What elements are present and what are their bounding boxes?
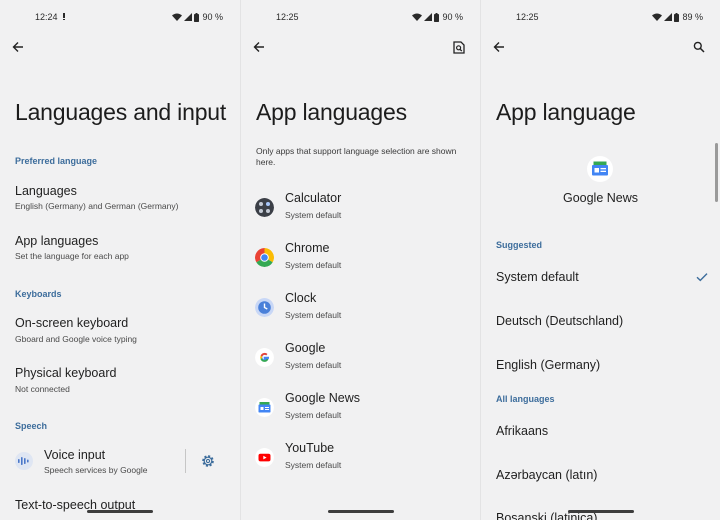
lang-label: Deutsch (Deutschland) — [496, 314, 624, 328]
lang-option[interactable]: Afrikaans — [481, 424, 720, 448]
lang-label: Azərbaycan (latın) — [496, 468, 598, 482]
app-language: System default — [285, 210, 342, 220]
battery-percent: 89 % — [682, 12, 703, 22]
voice-input-title: Voice input — [44, 448, 106, 462]
gear-icon[interactable] — [201, 454, 215, 468]
lang-label: System default — [496, 270, 579, 284]
search-settings-button[interactable] — [450, 38, 468, 56]
app-language: System default — [285, 360, 342, 370]
lang-option[interactable]: Azərbaycan (latın) — [481, 468, 720, 492]
app-language: System default — [285, 260, 342, 270]
voice-input-icon — [15, 452, 33, 470]
back-button[interactable] — [250, 38, 268, 56]
status-time: 12:24 — [35, 12, 58, 22]
app-row-youtube[interactable]: YouTube System default — [241, 441, 480, 481]
battery-icon — [194, 12, 200, 22]
status-time: 12:25 — [276, 12, 299, 22]
google-news-icon — [255, 398, 274, 417]
lang-option[interactable]: English (Germany) — [481, 358, 720, 382]
app-name: Clock — [285, 291, 317, 305]
checkmark-icon — [696, 273, 708, 282]
app-languages-screen: 12:25 90 % App languages Only apps that … — [240, 0, 480, 520]
lang-label: English (Germany) — [496, 358, 601, 372]
wifi-icon — [652, 13, 663, 21]
app-languages-sub: Set the language for each app — [15, 251, 129, 261]
page-title: App languages — [256, 99, 407, 125]
app-name: Chrome — [285, 241, 330, 255]
status-bar: 12:24 90 % — [0, 12, 240, 26]
gesture-bar — [87, 510, 153, 513]
chrome-icon — [255, 248, 274, 267]
languages-sub: English (Germany) and German (Germany) — [15, 201, 179, 211]
arrow-back-icon — [12, 42, 23, 52]
back-button[interactable] — [9, 38, 27, 56]
clock-icon — [255, 298, 274, 317]
signal-icon — [184, 13, 193, 21]
onscreen-keyboard-sub: Gboard and Google voice typing — [15, 334, 137, 344]
battery-percent: 90 % — [442, 12, 463, 22]
status-bar: 12:25 89 % — [481, 12, 720, 26]
voice-input-sub: Speech services by Google — [44, 465, 148, 475]
signal-icon — [424, 13, 433, 21]
all-languages-header: All languages — [496, 394, 555, 404]
gesture-bar — [568, 510, 634, 513]
status-bar: 12:25 90 % — [241, 12, 480, 26]
app-language: System default — [285, 310, 342, 320]
lang-label: Afrikaans — [496, 424, 549, 438]
languages-title: Languages — [15, 184, 77, 198]
calculator-icon — [255, 198, 274, 217]
arrow-back-icon — [253, 42, 264, 52]
battery-icon — [674, 12, 680, 22]
notification-icon — [63, 13, 65, 20]
app-name: Google News — [285, 391, 361, 405]
app-name: YouTube — [285, 441, 335, 455]
gesture-bar — [328, 510, 394, 513]
scrollbar[interactable] — [715, 143, 718, 202]
arrow-back-icon — [493, 42, 504, 52]
battery-icon — [434, 12, 440, 22]
app-language: System default — [285, 410, 342, 420]
app-name: Google — [285, 341, 326, 355]
status-time: 12:25 — [516, 12, 539, 22]
app-languages-title: App languages — [15, 234, 99, 248]
app-name: Google News — [562, 191, 639, 205]
lang-option[interactable]: Deutsch (Deutschland) — [481, 314, 720, 338]
onscreen-keyboard-title: On-screen keyboard — [15, 316, 129, 330]
divider — [185, 449, 186, 473]
google-news-icon — [587, 156, 613, 182]
wifi-icon — [172, 13, 183, 21]
back-button[interactable] — [490, 38, 508, 56]
signal-icon — [664, 13, 673, 21]
search-button[interactable] — [690, 38, 708, 56]
app-row-google[interactable]: Google System default — [241, 341, 480, 381]
app-row-clock[interactable]: Clock System default — [241, 291, 480, 331]
description: Only apps that support language selectio… — [256, 146, 457, 167]
page-title: Languages and input — [15, 99, 227, 125]
languages-and-input-screen: 12:24 90 % Languages and input Preferred… — [0, 0, 240, 520]
preferred-language-header: Preferred language — [15, 156, 98, 166]
speech-header: Speech — [15, 421, 48, 431]
battery-percent: 90 % — [202, 12, 223, 22]
google-icon — [255, 348, 274, 367]
lang-option-system-default[interactable]: System default — [481, 270, 720, 294]
physical-keyboard-title: Physical keyboard — [15, 366, 117, 380]
app-row-chrome[interactable]: Chrome System default — [241, 241, 480, 281]
search-icon — [693, 41, 705, 53]
youtube-icon — [255, 448, 274, 467]
app-language: System default — [285, 460, 342, 470]
app-language-screen: 12:25 89 % App language Google News Sugg… — [480, 0, 720, 520]
keyboards-header: Keyboards — [15, 289, 62, 299]
app-name: Calculator — [285, 191, 342, 205]
suggested-header: Suggested — [496, 240, 543, 250]
physical-keyboard-sub: Not connected — [15, 384, 70, 394]
app-row-calculator[interactable]: Calculator System default — [241, 191, 480, 231]
app-row-google-news[interactable]: Google News System default — [241, 391, 480, 431]
wifi-icon — [412, 13, 423, 21]
search-document-icon — [453, 40, 465, 54]
page-title: App language — [496, 99, 636, 125]
